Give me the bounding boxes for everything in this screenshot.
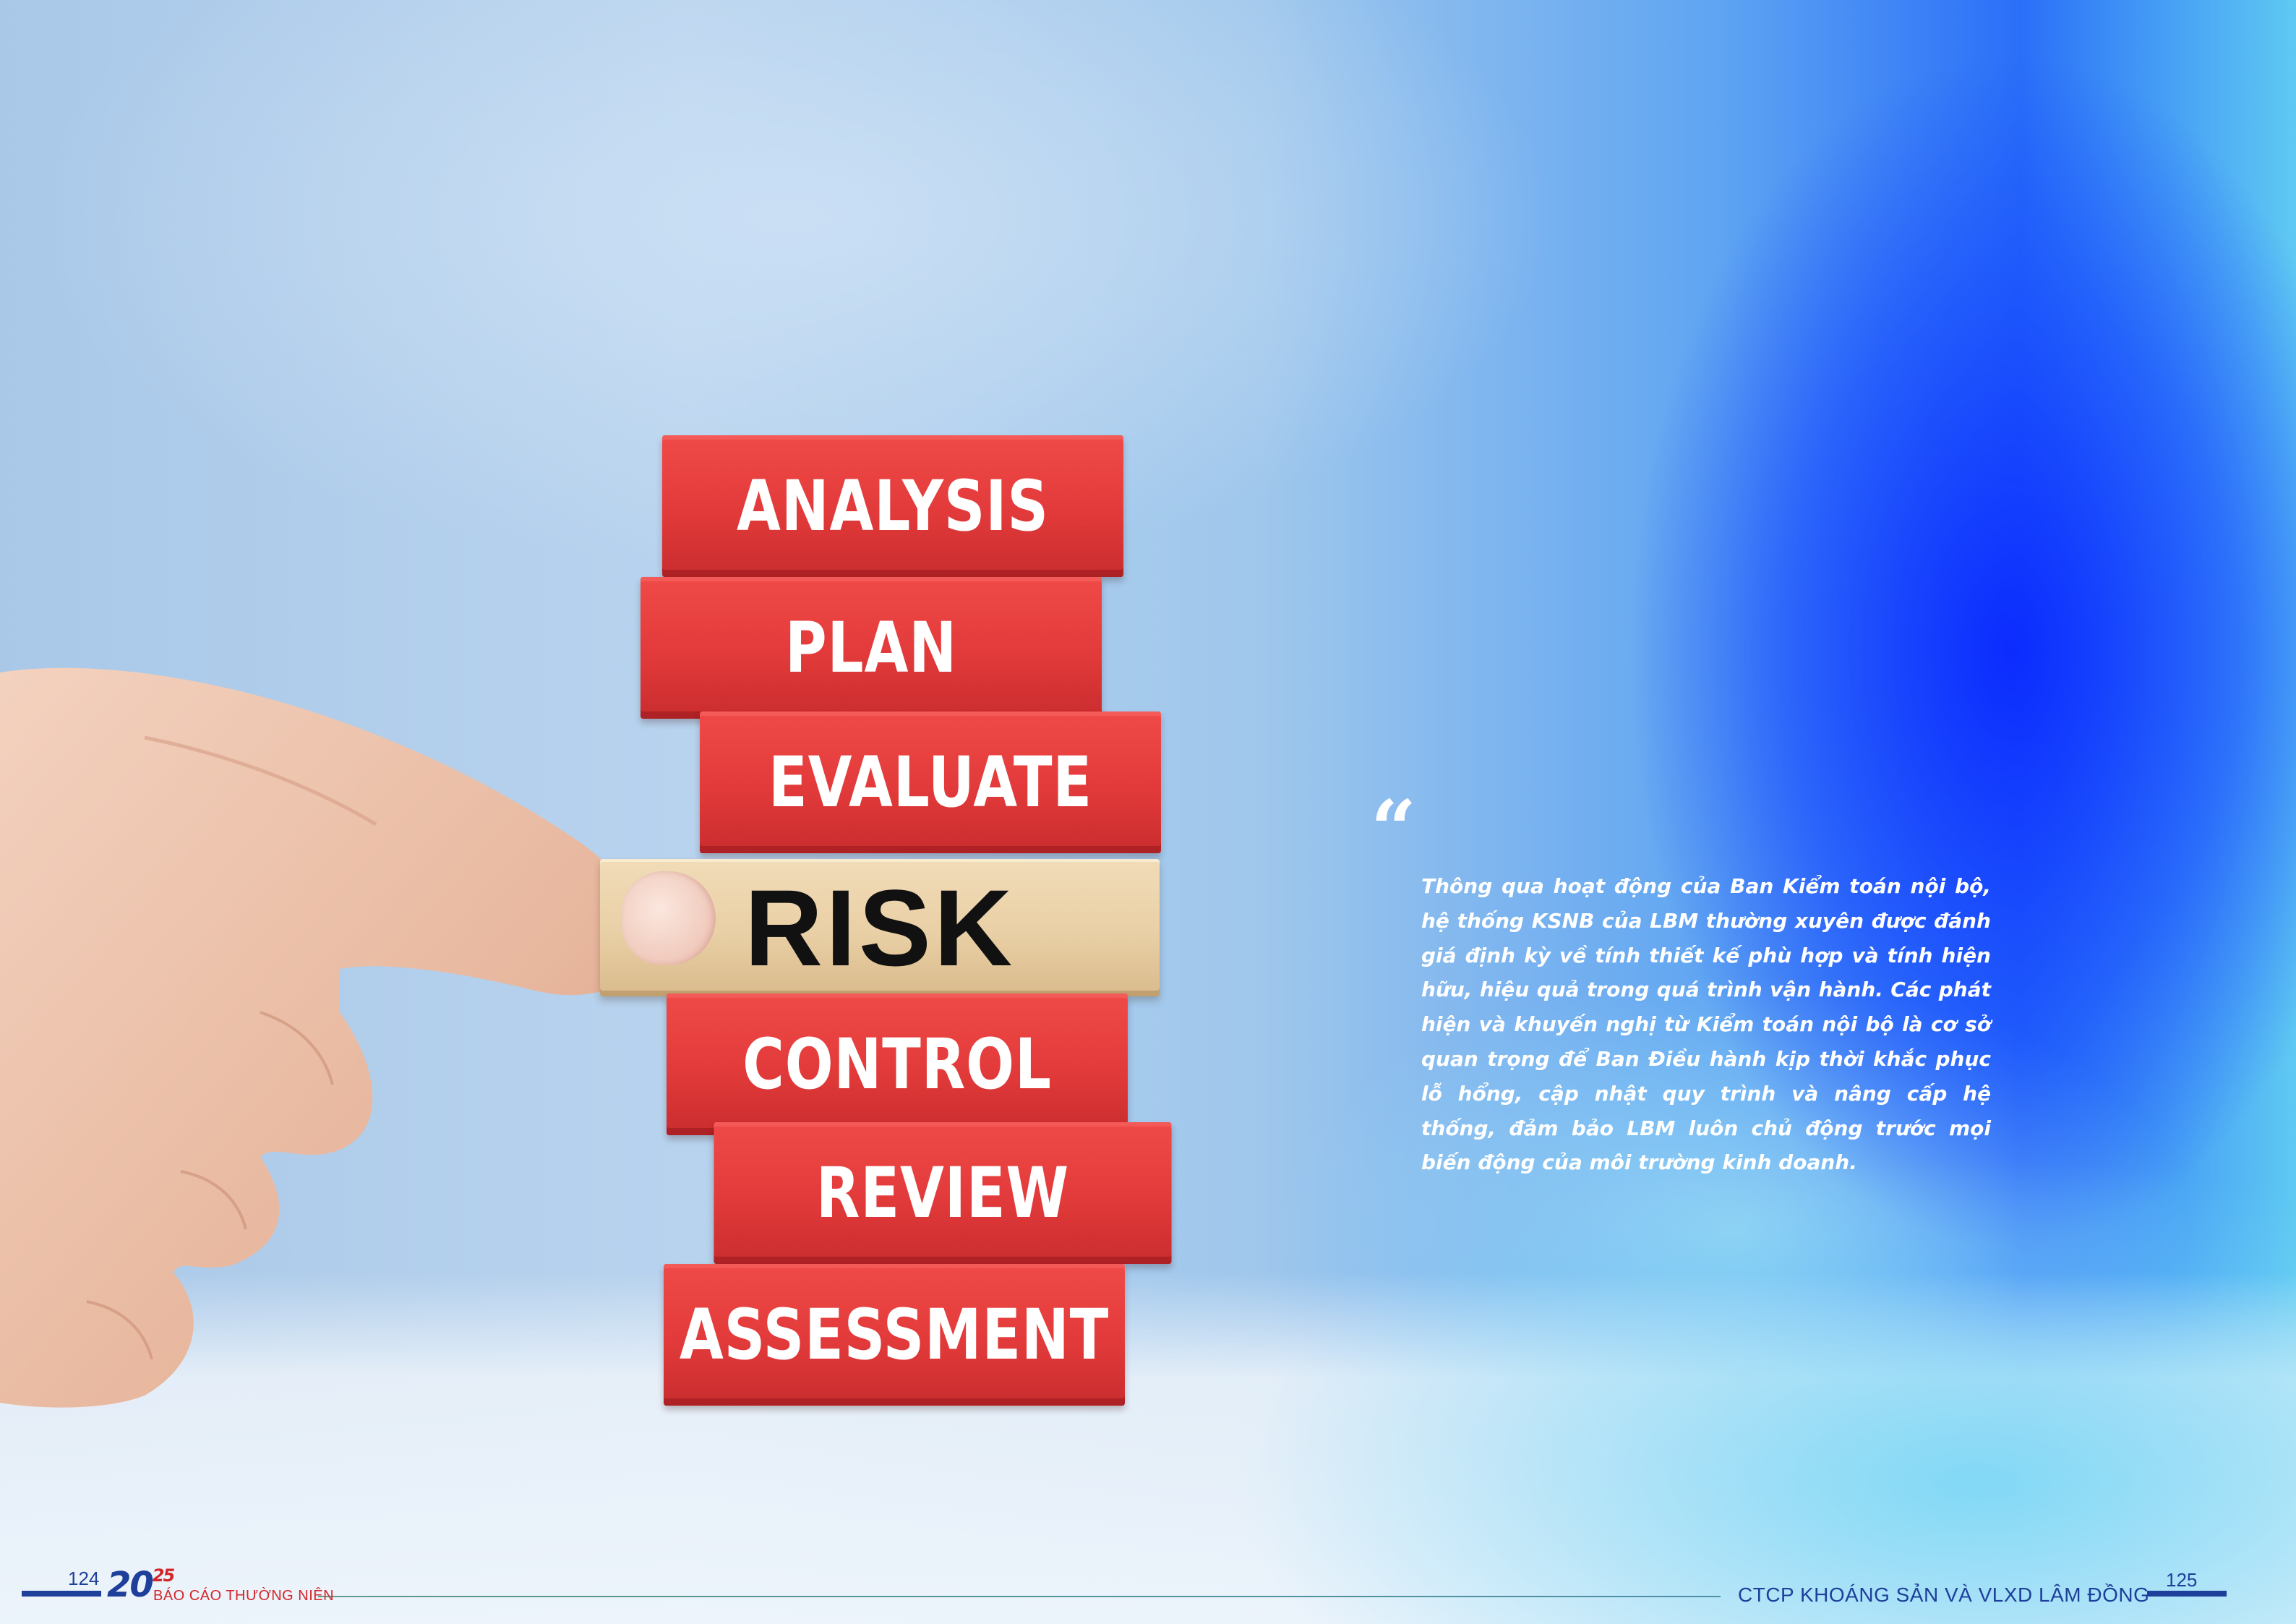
logo-year-sup: 25 <box>152 1565 175 1586</box>
background-glow <box>1229 1157 2296 1624</box>
footer-divider <box>318 1596 1721 1597</box>
quote-mark-icon: “ <box>1371 782 1417 876</box>
hand-illustration <box>0 667 651 1408</box>
footer-accent-left <box>22 1591 101 1597</box>
fingernail <box>622 871 716 965</box>
block-review: REVIEW <box>714 1122 1172 1264</box>
quote-text: Thông qua hoạt động của Ban Kiểm toán nộ… <box>1421 874 1991 1175</box>
block-control: CONTROL <box>667 993 1128 1135</box>
block-assessment: ASSESSMENT <box>664 1264 1125 1406</box>
block-plan: PLAN <box>641 577 1102 719</box>
block-analysis: ANALYSIS <box>662 435 1123 577</box>
page-number-right: 125 <box>2166 1569 2198 1591</box>
page-number-left: 124 <box>68 1568 100 1589</box>
footer-accent-right <box>2147 1591 2227 1597</box>
report-label: BÁO CÁO THƯỜNG NIÊN <box>153 1588 335 1604</box>
logo-year-main: 20 <box>107 1565 154 1605</box>
block-evaluate: EVALUATE <box>700 711 1161 853</box>
company-label: CTCP KHOÁNG SẢN VÀ VLXD LÂM ĐỒNG <box>1738 1584 2150 1606</box>
